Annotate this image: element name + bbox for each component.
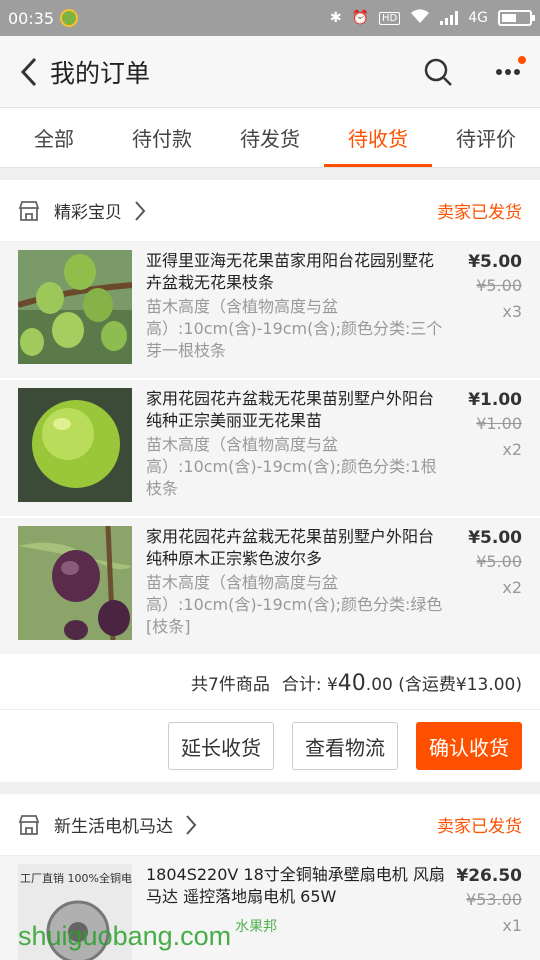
product-price: ¥26.50 xyxy=(456,866,522,886)
product-price: ¥5.00 xyxy=(468,528,522,548)
tab-pending-receipt[interactable]: 待收货 xyxy=(324,108,432,167)
search-icon[interactable] xyxy=(418,52,458,92)
product-title: 1804S220V 18寸全铜轴承壁扇电机 风扇马达 遥控落地扇电机 65W xyxy=(146,865,445,906)
shop-header[interactable]: 精彩宝贝 卖家已发货 xyxy=(0,180,540,242)
order-total: 合计: ¥40.00 (含运费¥13.00) xyxy=(281,670,522,696)
chevron-right-icon xyxy=(135,200,146,221)
order-tabs: 全部 待付款 待发货 待收货 待评价 xyxy=(0,108,540,168)
product-price: ¥5.00 xyxy=(468,252,522,272)
product-image xyxy=(18,526,132,640)
product-title: 亚得里亚海无花果苗家用阳台花园别墅花卉盆栽无花果枝条 xyxy=(146,251,435,292)
product-spec: 苗木高度（含植物高度与盆高）:10cm(含)-19cm(含);颜色分类:绿色[枝… xyxy=(146,573,443,636)
signal-icon xyxy=(440,11,459,25)
watermark: shuiguobang.com 水果邦 xyxy=(18,918,278,951)
page-title: 我的订单 xyxy=(50,58,151,88)
product-original-price: ¥5.00 xyxy=(476,276,522,295)
order-card: 精彩宝贝 卖家已发货 亚得里亚海无花果苗家用阳台花园别墅花卉盆栽无花果枝条 苗木… xyxy=(0,180,540,782)
extend-receipt-button[interactable]: 延长收货 xyxy=(168,722,274,770)
tab-all[interactable]: 全部 xyxy=(0,108,108,167)
product-original-price: ¥5.00 xyxy=(476,552,522,571)
shop-header[interactable]: 新生活电机马达 卖家已发货 xyxy=(0,794,540,856)
product-image-text: 工厂直销 100%全铜电机 xyxy=(20,871,132,885)
product-quantity: x1 xyxy=(502,916,522,935)
shop-icon xyxy=(18,200,40,221)
order-item[interactable]: 家用花园花卉盆栽无花果苗别墅户外阳台纯种正宗美丽亚无花果苗 苗木高度（含植物高度… xyxy=(0,380,540,518)
shop-name: 精彩宝贝 xyxy=(54,203,122,223)
product-original-price: ¥1.00 xyxy=(476,414,522,433)
product-title: 家用花园花卉盆栽无花果苗别墅户外阳台纯种原木正宗紫色波尔多 xyxy=(146,527,435,568)
tab-pending-shipment[interactable]: 待发货 xyxy=(216,108,324,167)
product-quantity: x3 xyxy=(502,302,522,321)
network-type: 4G xyxy=(468,10,488,26)
order-item[interactable]: 亚得里亚海无花果苗家用阳台花园别墅花卉盆栽无花果枝条 苗木高度（含植物高度与盆高… xyxy=(0,242,540,380)
product-price: ¥1.00 xyxy=(468,390,522,410)
battery-icon xyxy=(498,10,535,26)
order-status: 卖家已发货 xyxy=(437,203,522,223)
back-arrow-icon[interactable] xyxy=(12,55,46,89)
notification-dot xyxy=(518,55,526,64)
product-spec: 苗木高度（含植物高度与盆高）:10cm(含)-19cm(含);颜色分类:三个芽一… xyxy=(146,297,443,360)
status-bar: 00:35 ✱ ⏰ HD 4G xyxy=(0,0,540,36)
chevron-right-icon xyxy=(186,814,197,835)
product-quantity: x2 xyxy=(502,578,522,597)
shop-icon xyxy=(18,814,40,835)
tab-pending-payment[interactable]: 待付款 xyxy=(108,108,216,167)
order-item[interactable]: 家用花园花卉盆栽无花果苗别墅户外阳台纯种原木正宗紫色波尔多 苗木高度（含植物高度… xyxy=(0,518,540,656)
shop-name: 新生活电机马达 xyxy=(54,817,173,837)
product-spec: 苗木高度（含植物高度与盆高）:10cm(含)-19cm(含);颜色分类:1根枝条 xyxy=(146,435,437,498)
product-title: 家用花园花卉盆栽无花果苗别墅户外阳台纯种正宗美丽亚无花果苗 xyxy=(146,389,435,430)
confirm-receipt-button[interactable]: 确认收货 xyxy=(416,722,522,770)
product-original-price: ¥53.00 xyxy=(466,890,522,909)
product-quantity: x2 xyxy=(502,440,522,459)
more-options-icon[interactable] xyxy=(488,52,528,92)
status-time: 00:35 xyxy=(8,8,55,28)
product-image xyxy=(18,388,132,502)
bluetooth-icon: ✱ xyxy=(329,10,342,26)
app-notification-icon xyxy=(60,9,79,27)
title-bar: 我的订单 xyxy=(0,36,540,108)
order-summary: 共7件商品 合计: ¥40.00 (含运费¥13.00) xyxy=(0,656,540,710)
wifi-icon xyxy=(410,8,430,28)
alarm-icon: ⏰ xyxy=(351,10,369,26)
tab-pending-review[interactable]: 待评价 xyxy=(432,108,540,167)
view-logistics-button[interactable]: 查看物流 xyxy=(292,722,398,770)
product-image xyxy=(18,250,132,364)
order-actions: 延长收货 查看物流 确认收货 xyxy=(0,710,540,782)
order-status: 卖家已发货 xyxy=(437,817,522,837)
item-count: 共7件商品 xyxy=(191,675,270,695)
hd-icon: HD xyxy=(379,11,401,25)
